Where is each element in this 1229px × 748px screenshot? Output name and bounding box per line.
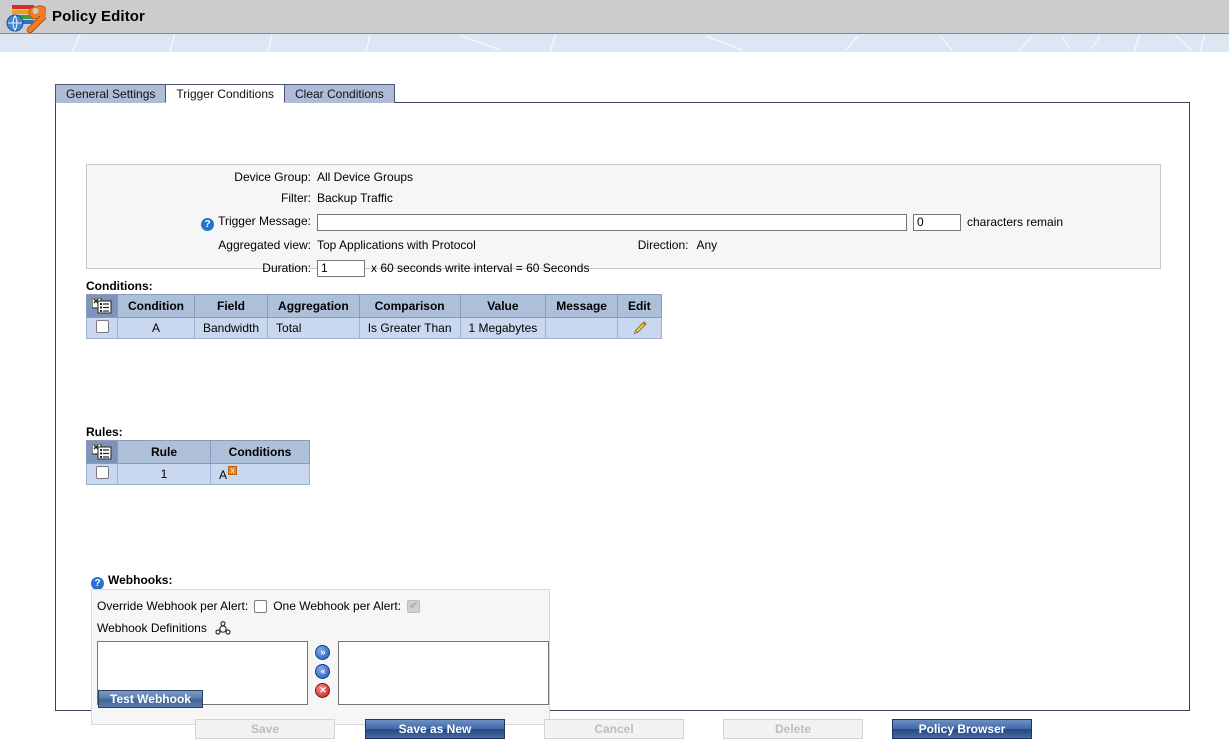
rules-row-rule: 1 (117, 463, 211, 485)
double-chevron-right-icon[interactable]: » (315, 645, 331, 660)
gear-cog-icon[interactable] (215, 620, 231, 635)
device-group-row: Device Group: All Device Groups (87, 167, 1160, 186)
double-chevron-left-icon[interactable]: « (315, 664, 331, 679)
trigger-message-input[interactable] (317, 213, 907, 231)
conditions-col-value: Value (459, 294, 547, 318)
device-group-value: All Device Groups (317, 169, 414, 184)
conditions-row-checkbox[interactable] (95, 320, 109, 333)
webhooks-box: Override Webhook per Alert: One Webhook … (91, 589, 550, 725)
policy-info-box: Device Group: All Device Groups Filter: … (86, 164, 1161, 277)
webhook-definitions-row: Webhook Definitions (92, 613, 549, 635)
conditions-header-row: Condition Field Aggregation Comparison V… (86, 294, 662, 318)
pencil-icon[interactable] (631, 321, 647, 335)
rules-header-row: Rule Conditions (86, 440, 310, 464)
tab-trigger-conditions-label: Trigger Conditions (176, 87, 274, 101)
conditions-row-condition: A (117, 317, 195, 339)
conditions-table: Condition Field Aggregation Comparison V… (86, 294, 662, 339)
table-row: A Bandwidth Total Is Greater Than 1 Mega… (86, 317, 662, 339)
conditions-row-message (545, 317, 618, 339)
rules-row-conditions-cell: Ax (210, 463, 310, 485)
rules-col-conditions: Conditions (210, 440, 310, 464)
table-row: 1 Ax (86, 463, 310, 485)
duration-note: x 60 seconds write interval = 60 Seconds (371, 261, 590, 275)
conditions-row-edit-cell[interactable] (616, 317, 662, 339)
conditions-row-field: Bandwidth (193, 317, 269, 339)
conditions-col-comparison: Comparison (358, 294, 461, 318)
conditions-select-all-header[interactable] (86, 294, 118, 318)
conditions-col-condition: Condition (117, 294, 195, 318)
policy-browser-button[interactable]: Policy Browser (892, 719, 1032, 739)
trigger-message-label-wrap: ? Trigger Message: (87, 214, 317, 231)
one-webhook-per-alert-checkbox (407, 599, 421, 613)
aggregated-view-value: Top Applications with Protocol (317, 237, 476, 252)
webhook-transfer-buttons: » « ✕ (308, 641, 338, 698)
webhook-definitions-label: Webhook Definitions (97, 621, 207, 635)
override-webhook-checkbox[interactable] (254, 599, 268, 613)
delete-x-icon[interactable]: ✕ (315, 683, 331, 698)
duration-row: Duration: x 60 seconds write interval = … (87, 257, 1160, 279)
override-webhook-label: Override Webhook per Alert: (97, 599, 249, 613)
conditions-section-label: Conditions: (86, 279, 153, 293)
trigger-message-row: ?Trigger Message: characters remain (87, 211, 1160, 233)
save-button[interactable]: Save (195, 719, 335, 739)
rules-row-select-cell[interactable] (86, 463, 118, 485)
filter-value: Backup Traffic (317, 190, 393, 205)
remove-condition-icon[interactable]: x (228, 466, 238, 475)
conditions-col-message: Message (545, 294, 618, 318)
title-bar: Policy Editor (0, 0, 1229, 34)
characters-remain-input[interactable] (913, 213, 961, 231)
duration-label: Duration: (262, 261, 311, 275)
filter-row: Filter: Backup Traffic (87, 188, 1160, 207)
duration-input[interactable] (317, 259, 365, 277)
tab-clear-conditions[interactable]: Clear Conditions (284, 84, 395, 103)
characters-remain-label: characters remain (967, 215, 1064, 229)
cancel-button[interactable]: Cancel (544, 719, 684, 739)
webhooks-section-label: Webhooks: (108, 573, 173, 587)
direction-label: Direction: (637, 237, 689, 252)
conditions-row-value: 1 Megabytes (459, 317, 547, 339)
conditions-col-field: Field (193, 294, 269, 318)
webhooks-section-label-wrap: ? Webhooks: (91, 573, 172, 590)
footer-button-bar: Save Save as New Cancel Delete Policy Br… (0, 719, 1229, 748)
conditions-row-comparison: Is Greater Than (358, 317, 461, 339)
rules-select-all-header[interactable] (86, 440, 118, 464)
rules-table: Rule Conditions 1 Ax (86, 440, 310, 485)
webhook-options-row: Override Webhook per Alert: One Webhook … (92, 590, 549, 613)
rules-col-rule: Rule (117, 440, 211, 464)
aggregated-view-label: Aggregated view: (218, 237, 311, 252)
rules-row-conditions: A (219, 468, 228, 482)
save-as-new-button[interactable]: Save as New (365, 719, 505, 739)
one-webhook-per-alert-label: One Webhook per Alert: (273, 599, 402, 613)
select-list-icon (91, 443, 112, 460)
app-logo-icon (2, 1, 49, 33)
tab-clear-conditions-label: Clear Conditions (295, 87, 384, 101)
page-title: Policy Editor (52, 8, 145, 25)
tab-trigger-conditions[interactable]: Trigger Conditions (165, 84, 285, 103)
conditions-col-edit: Edit (616, 294, 662, 318)
test-webhook-button[interactable]: Test Webhook (98, 690, 203, 708)
rules-row-checkbox[interactable] (95, 466, 109, 479)
tab-general-settings[interactable]: General Settings (55, 84, 167, 103)
filter-label: Filter: (281, 190, 311, 205)
conditions-row-select-cell[interactable] (86, 317, 118, 339)
tab-general-settings-label: General Settings (66, 87, 156, 101)
trigger-message-label: Trigger Message: (218, 213, 311, 228)
page-body: General Settings Trigger Conditions Clea… (0, 52, 1229, 748)
rules-section-label: Rules: (86, 425, 123, 439)
decorative-band (0, 34, 1229, 52)
conditions-row-aggregation: Total (267, 317, 360, 339)
delete-button[interactable]: Delete (723, 719, 863, 739)
webhook-selected-list[interactable] (337, 641, 549, 705)
tab-strip: General Settings Trigger Conditions Clea… (55, 83, 395, 103)
conditions-col-aggregation: Aggregation (267, 294, 360, 318)
device-group-label: Device Group: (234, 169, 311, 184)
direction-value: Any (696, 237, 718, 252)
select-list-icon (91, 297, 112, 314)
help-icon[interactable]: ? (201, 217, 215, 231)
aggregated-view-row: Aggregated view: Top Applications with P… (87, 235, 1160, 254)
main-panel: Device Group: All Device Groups Filter: … (55, 102, 1190, 725)
